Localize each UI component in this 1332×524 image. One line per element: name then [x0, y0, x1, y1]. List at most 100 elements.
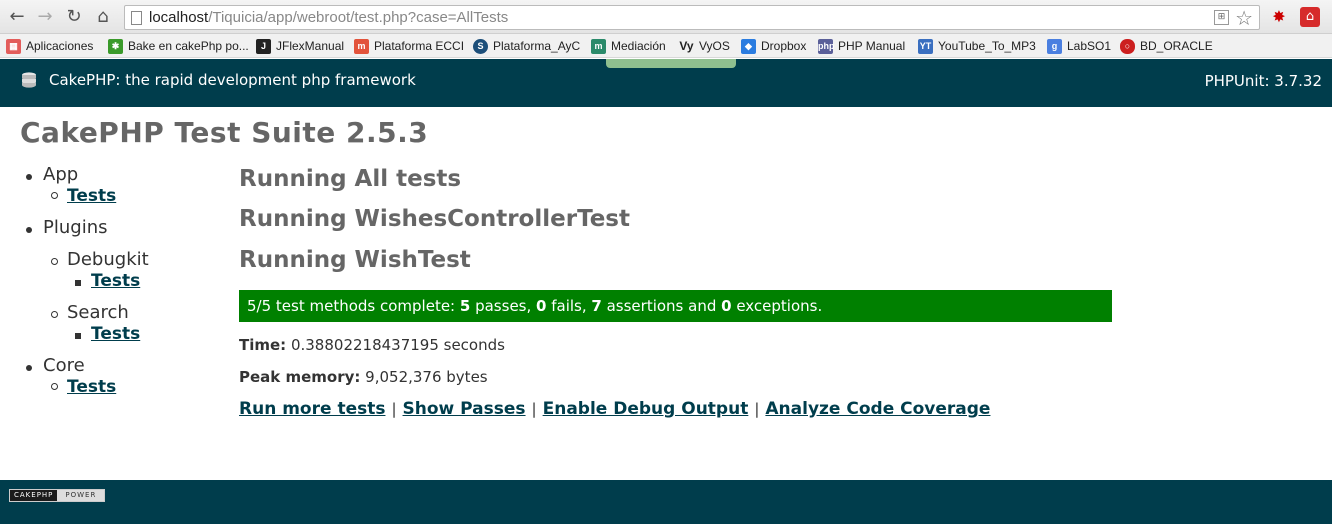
exceptions-label: exceptions.: [731, 297, 823, 315]
running-heading: Running All tests: [239, 166, 462, 192]
bookmark-label: Bake en cakePhp po...: [128, 39, 249, 53]
sidebar-item-plugins: Plugins: [43, 217, 108, 238]
apps-grid-icon: ▦: [6, 38, 21, 54]
analyze-code-coverage-link[interactable]: Analyze Code Coverage: [765, 399, 990, 419]
app-tests-link[interactable]: Tests: [67, 186, 116, 206]
debugkit-tests-link[interactable]: Tests: [91, 271, 140, 291]
cake-logo-icon: [22, 72, 36, 88]
bookmark-item[interactable]: YT YouTube_To_MP3: [918, 37, 1036, 55]
back-arrow-icon[interactable]: ←: [6, 6, 28, 28]
vyos-icon: Vy: [679, 38, 694, 53]
bookmark-item[interactable]: ▦ Aplicaciones: [6, 37, 93, 55]
bookmark-label: Plataforma_AyC: [493, 39, 581, 53]
result-prefix: 5/5 test methods complete:: [247, 297, 460, 315]
jflex-icon: J: [256, 38, 271, 54]
bullet-icon: [75, 280, 81, 286]
address-bar[interactable]: localhost/Tiquicia/app/webroot/test.php?…: [124, 5, 1260, 30]
footer: CAKEPHP POWER: [0, 480, 1332, 524]
cakephp-power-badge[interactable]: CAKEPHP POWER: [9, 489, 106, 502]
separator: |: [754, 400, 760, 418]
time-label: Time:: [239, 336, 287, 354]
bookmark-item[interactable]: S Plataforma_AyC: [473, 37, 580, 55]
action-links: Run more tests | Show Passes | Enable Debug …: [239, 399, 990, 419]
sidebar-item-app: App: [43, 164, 79, 185]
bullet-icon: [51, 258, 58, 265]
bookmark-label: VyOS: [699, 39, 730, 53]
search-tests-link[interactable]: Tests: [91, 324, 140, 344]
m-icon: m: [591, 38, 606, 54]
header-title: CakePHP: the rapid development php frame…: [49, 71, 416, 89]
bookmark-label: PHP Manual: [838, 39, 906, 53]
bookmark-item[interactable]: Vy VyOS: [679, 37, 730, 55]
assertions-count: 7: [591, 297, 602, 315]
sidebar-item-core: Core: [43, 355, 85, 376]
fails-label: fails,: [546, 297, 592, 315]
bookmark-label: JFlexManual: [276, 39, 345, 53]
page-title: CakePHP Test Suite 2.5.3: [20, 116, 429, 149]
cake-header: CakePHP: the rapid development php frame…: [0, 59, 1332, 107]
power-badge-right: POWER: [57, 490, 105, 501]
browser-toolbar: ← → ↻ ⌂ localhost/Tiquicia/app/webroot/t…: [0, 0, 1332, 34]
bookmark-item[interactable]: ○ BD_ORACLE: [1120, 37, 1213, 55]
forward-arrow-icon[interactable]: →: [34, 6, 56, 28]
dropbox-icon: ◆: [741, 38, 756, 54]
fails-count: 0: [536, 297, 547, 315]
bookmark-item[interactable]: m Plataforma ECCI: [354, 37, 464, 55]
bookmark-item[interactable]: J JFlexManual: [256, 37, 344, 55]
exceptions-count: 0: [721, 297, 732, 315]
translate-icon[interactable]: ⊞: [1214, 10, 1229, 25]
moodle-icon: m: [354, 38, 369, 54]
debug-toolbar-tab[interactable]: [606, 59, 736, 68]
phpunit-version: PHPUnit: 3.7.32: [1204, 72, 1322, 90]
passes-count: 5: [459, 297, 471, 315]
bookmark-star-icon[interactable]: ☆: [1235, 6, 1253, 30]
show-passes-link[interactable]: Show Passes: [403, 399, 526, 419]
enable-debug-output-link[interactable]: Enable Debug Output: [543, 399, 749, 419]
memory-label: Peak memory:: [239, 368, 361, 386]
s-circle-icon: S: [473, 38, 488, 54]
bookmark-item[interactable]: ✱ Bake en cakePhp po...: [108, 37, 249, 55]
bullet-icon: [26, 365, 32, 371]
bookmark-item[interactable]: m Mediación: [591, 37, 666, 55]
run-more-tests-link[interactable]: Run more tests: [239, 399, 385, 419]
bullet-icon: [51, 383, 58, 390]
assertions-label: assertions and: [601, 297, 722, 315]
home-icon[interactable]: ⌂: [92, 6, 114, 28]
url-text[interactable]: localhost/Tiquicia/app/webroot/test.php?…: [149, 9, 508, 26]
core-tests-link[interactable]: Tests: [67, 377, 116, 397]
bookmark-label: BD_ORACLE: [1140, 39, 1213, 53]
bookmark-item[interactable]: ◆ Dropbox: [741, 37, 806, 55]
time-stat: Time: 0.38802218437195 seconds: [239, 336, 505, 354]
bookmarks-bar: ▦ Aplicaciones ✱ Bake en cakePhp po... J JF…: [0, 34, 1332, 58]
separator: |: [531, 400, 537, 418]
bookmark-label: Dropbox: [761, 39, 807, 53]
bullet-icon: [26, 174, 32, 180]
extension-bug-icon[interactable]: ✸: [1268, 6, 1290, 28]
bookmark-item[interactable]: php PHP Manual: [818, 37, 905, 55]
url-path: /Tiquicia/app/webroot/test.php?case=AllT…: [208, 9, 509, 26]
time-value: 0.38802218437195 seconds: [286, 336, 505, 354]
puzzle-icon: ✱: [108, 38, 123, 54]
bookmark-label: Plataforma ECCI: [374, 39, 465, 53]
test-result-bar: 5/5 test methods complete: 5 passes, 0 f…: [239, 290, 1112, 322]
separator: |: [391, 400, 397, 418]
oracle-icon: ○: [1120, 38, 1135, 54]
bookmark-label: Aplicaciones: [26, 39, 94, 53]
bookmark-label: Mediación: [611, 39, 666, 53]
sidebar-item-search: Search: [67, 302, 129, 323]
bookmark-item[interactable]: g LabSO1: [1047, 37, 1111, 55]
bullet-icon: [51, 192, 58, 199]
bullet-icon: [51, 311, 58, 318]
passes-label: passes,: [470, 297, 537, 315]
page-icon: [131, 11, 142, 25]
yt-mp3-icon: YT: [918, 38, 933, 54]
memory-value: 9,052,376 bytes: [360, 368, 488, 386]
power-badge-left: CAKEPHP: [10, 490, 58, 501]
running-heading: Running WishesControllerTest: [239, 206, 630, 232]
extension-avira-icon[interactable]: ⌂: [1300, 7, 1320, 27]
bookmark-label: YouTube_To_MP3: [938, 39, 1036, 53]
memory-stat: Peak memory: 9,052,376 bytes: [239, 368, 488, 386]
bullet-icon: [75, 333, 81, 339]
reload-icon[interactable]: ↻: [63, 6, 85, 28]
bookmark-label: LabSO1: [1067, 39, 1112, 53]
